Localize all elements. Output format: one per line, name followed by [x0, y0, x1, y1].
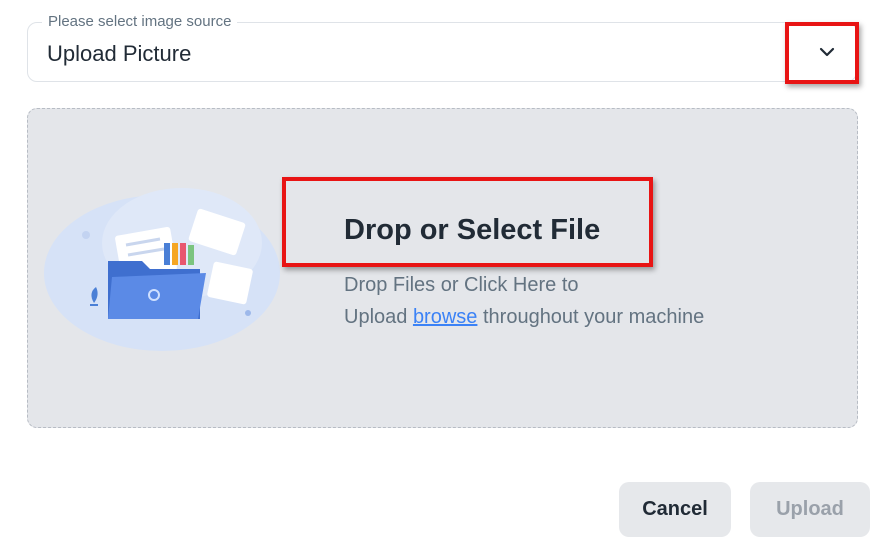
dropzone-line-2: Upload browse throughout your machine: [344, 301, 704, 333]
browse-link[interactable]: browse: [413, 306, 477, 328]
image-source-value: Upload Picture: [47, 41, 192, 66]
cancel-button[interactable]: Cancel: [619, 482, 731, 537]
upload-illustration: [44, 188, 280, 351]
dropzone-line-1: Drop Files or Click Here to: [344, 274, 579, 296]
highlight-box-dropdown: [785, 22, 859, 84]
dropzone-line-2-prefix: Upload: [344, 306, 413, 328]
upload-button[interactable]: Upload: [750, 482, 870, 537]
dropzone-description: Drop Files or Click Here to Upload brows…: [344, 269, 704, 333]
file-dropzone[interactable]: Drop or Select File Drop Files or Click …: [27, 108, 858, 428]
highlight-box-dropzone-title: [282, 177, 653, 267]
dropzone-line-2-suffix: throughout your machine: [477, 306, 705, 328]
image-source-select[interactable]: Please select image source Upload Pictur…: [27, 13, 857, 82]
image-source-label: Please select image source: [42, 13, 238, 31]
